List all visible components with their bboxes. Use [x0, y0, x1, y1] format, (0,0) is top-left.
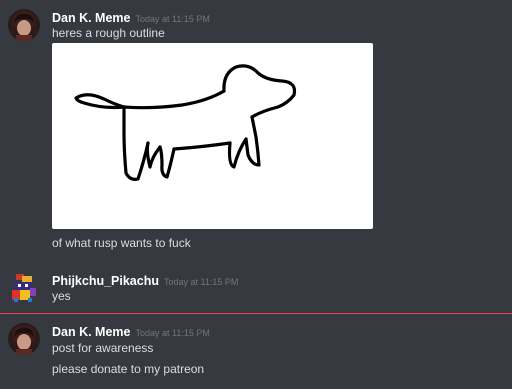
- message-text: heres a rough outline: [52, 26, 165, 40]
- message-header: Phijkchu_Pikachu Today at 11:15 PM: [52, 272, 238, 290]
- dog-sketch-drawing-icon: [74, 64, 297, 181]
- avatar[interactable]: [8, 9, 40, 41]
- avatar[interactable]: [8, 270, 40, 302]
- timestamp: Today at 11:15 PM: [135, 328, 210, 338]
- message-text: please donate to my patreon: [52, 362, 205, 376]
- timestamp: Today at 11:15 PM: [163, 277, 239, 287]
- username[interactable]: Dan K. Meme: [52, 325, 131, 339]
- message-text: post for awareness: [52, 341, 154, 355]
- message-header: Dan K. Meme Today at 11:15 PM: [52, 323, 210, 341]
- message-group: Phijkchu_Pikachu Today at 11:15 PM yes: [0, 265, 512, 310]
- username[interactable]: Phijkchu_Pikachu: [52, 274, 159, 288]
- username[interactable]: Dan K. Meme: [52, 11, 131, 25]
- pixel-art-avatar-icon: [12, 274, 36, 302]
- message-header: Dan K. Meme Today at 11:15 PM: [52, 9, 210, 27]
- avatar[interactable]: [8, 323, 40, 355]
- message-group: Dan K. Meme Today at 11:15 PM heres a rou…: [0, 0, 512, 260]
- chat-messages: Dan K. Meme Today at 11:15 PM heres a rou…: [0, 0, 512, 389]
- dark-haired-avatar-icon: [8, 9, 40, 41]
- message-text: yes: [52, 289, 71, 303]
- image-attachment[interactable]: [52, 43, 373, 229]
- timestamp: Today at 11:15 PM: [135, 14, 210, 24]
- message-text: of what rusp wants to fuck: [52, 236, 191, 250]
- dark-haired-avatar-icon: [8, 323, 40, 355]
- message-group: Dan K. Meme Today at 11:15 PM post for aw…: [0, 314, 512, 389]
